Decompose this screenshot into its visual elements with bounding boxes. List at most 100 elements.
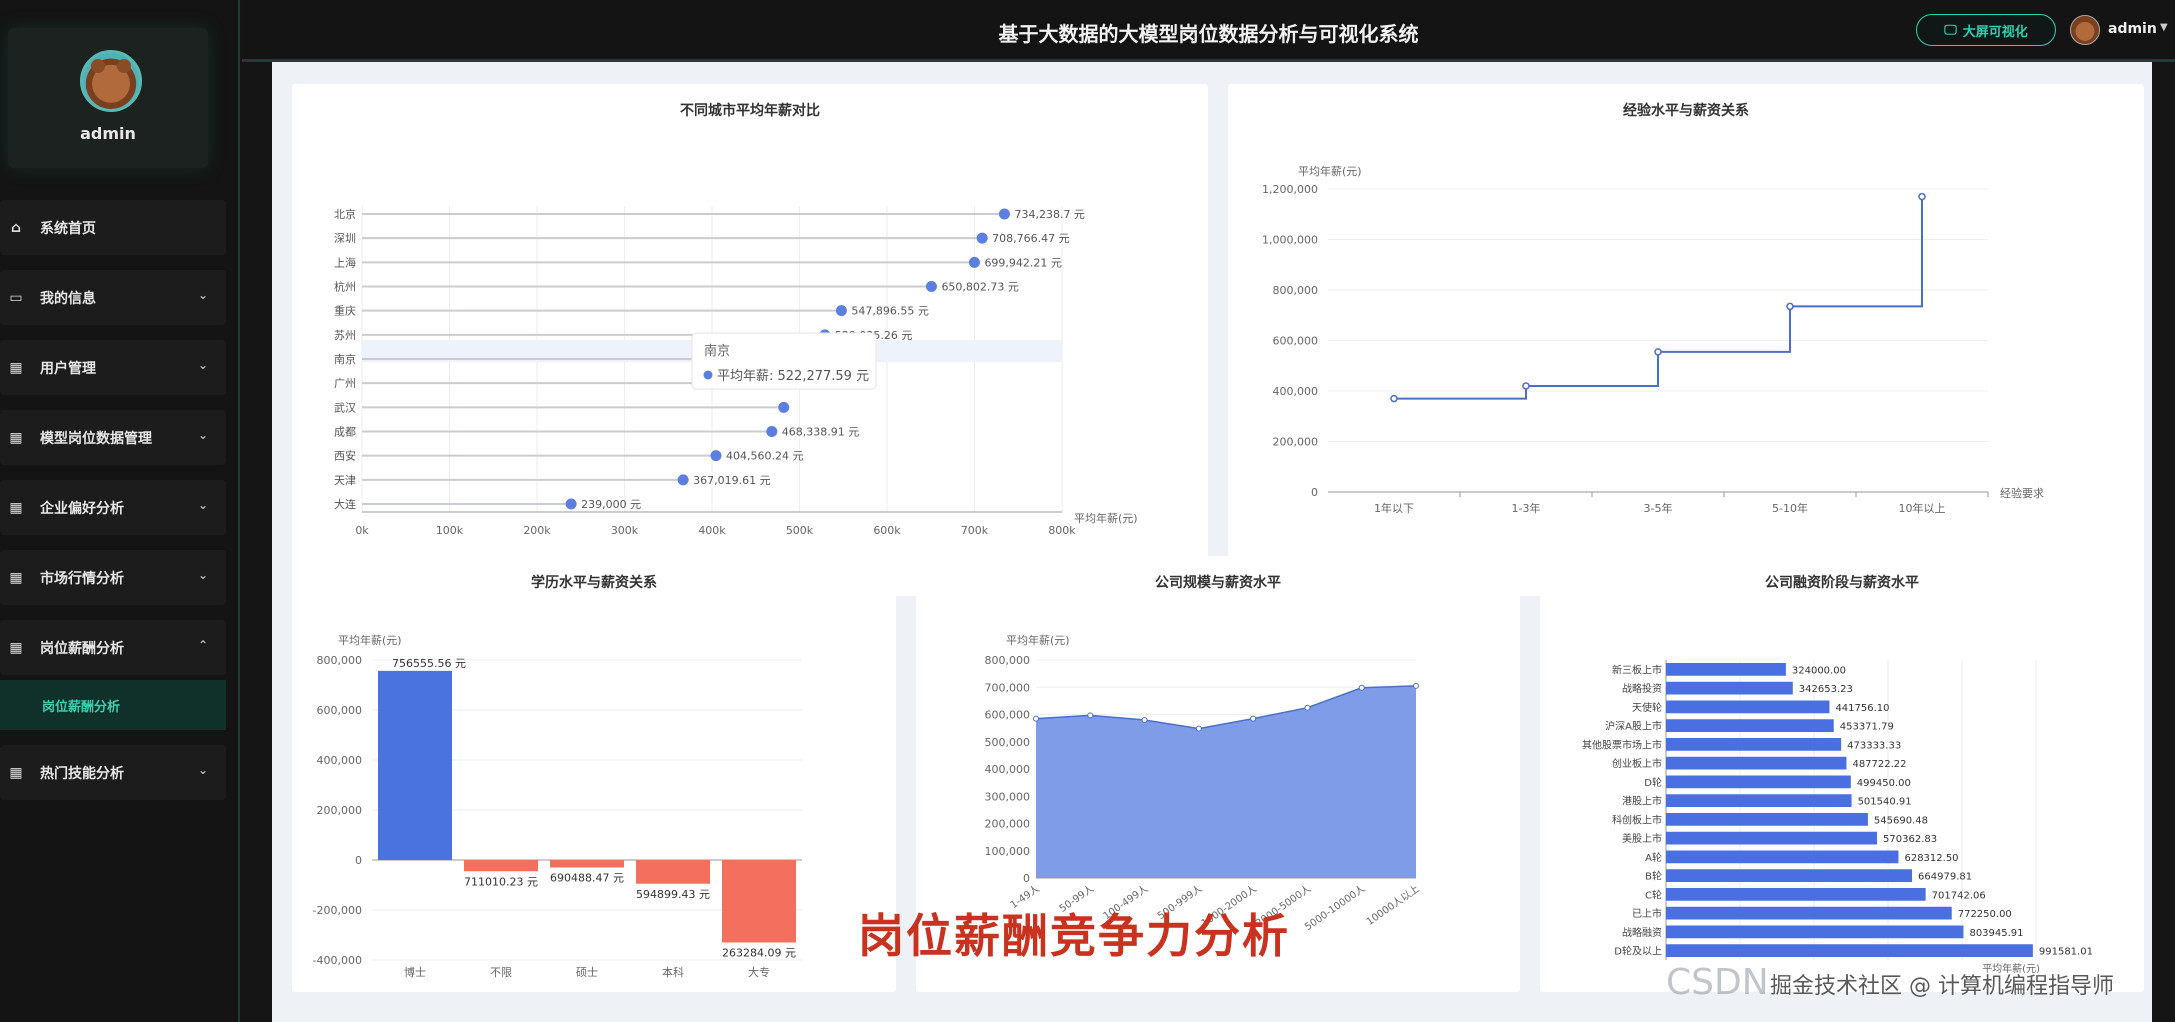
data-point	[1522, 382, 1530, 390]
data-label: 453371.79	[1840, 722, 1894, 733]
y-tick-label: 战略投资	[1622, 682, 1662, 695]
profile-card: admin	[8, 28, 208, 168]
user-avatar[interactable]	[2070, 15, 2100, 45]
data-point	[1786, 302, 1794, 311]
caret-down-icon[interactable]: ▼	[2160, 22, 2168, 33]
y-tick-label: 天津	[334, 474, 356, 487]
y-tick-label: 200,000	[985, 818, 1031, 831]
bar	[1666, 925, 1964, 939]
sidebar-subitem-salary-analysis[interactable]: 岗位薪酬分析	[0, 680, 226, 730]
y-tick-label: 600,000	[317, 704, 363, 717]
chevron-down-icon: ⌄	[197, 288, 208, 302]
x-tick-label: 1年以下	[1374, 501, 1414, 515]
grid-icon: ▦	[9, 499, 23, 516]
y-tick-label: 800,000	[317, 654, 363, 667]
x-tick-label: 500k	[786, 524, 814, 537]
bar	[1666, 888, 1926, 901]
sidebar-item-market[interactable]: ▦ 市场行情分析 ⌄	[0, 550, 226, 605]
data-label: 772250.00	[1958, 909, 2012, 920]
data-point	[677, 474, 689, 486]
caption-overlay: 岗位薪酬竞争力分析	[858, 909, 1290, 963]
bar	[1666, 869, 1913, 882]
x-axis-label: 经验要求	[2000, 486, 2044, 500]
y-tick-label: 300,000	[985, 790, 1031, 803]
y-tick-label: 700,000	[985, 681, 1031, 694]
data-label: 501540.91	[1858, 797, 1912, 808]
sidebar-item-model-jobs[interactable]: ▦ 模型岗位数据管理 ⌄	[0, 410, 226, 465]
y-tick-label: 500,000	[985, 736, 1031, 749]
data-point	[1304, 704, 1311, 711]
bar	[1666, 738, 1842, 751]
sidebar-item-home[interactable]: ⌂ 系统首页	[0, 200, 226, 255]
x-tick-label: 700k	[961, 524, 989, 537]
data-label: 803945.91	[1969, 928, 2023, 939]
education-salary-chart[interactable]: -400,000 -200,000 0 200,000 400,000 600,000 80…	[292, 556, 896, 992]
bar	[1666, 719, 1834, 732]
y-tick-label: 400,000	[1273, 385, 1319, 398]
data-point	[1358, 684, 1365, 691]
x-tick-label: 10000人以上	[1364, 883, 1422, 928]
sidebar-item-skills[interactable]: ▦ 热门技能分析 ⌄	[0, 745, 226, 800]
data-label: 701742.06	[1932, 890, 1986, 901]
series-line	[1394, 196, 1923, 400]
bar	[378, 670, 452, 860]
y-axis-label: 平均年薪(元)	[1006, 633, 1070, 647]
x-tick-label: 5000-10000人	[1302, 883, 1367, 933]
data-label: 342653.23	[1799, 684, 1853, 695]
data-label: 650,802.73 元	[941, 281, 1018, 294]
x-tick-label: 大专	[748, 965, 770, 979]
x-tick-label: 200k	[523, 524, 551, 537]
x-tick-label: 800k	[1048, 524, 1076, 537]
sidebar-item-label: 系统首页	[40, 220, 96, 237]
bar	[1666, 831, 1878, 845]
data-label: 487722.22	[1852, 759, 1906, 770]
sidebar-item-users[interactable]: ▦ 用户管理 ⌄	[0, 340, 226, 395]
sidebar: admin ⌂ 系统首页 ▭ 我的信息 ⌄ ▦ 用户管理 ⌄ ▦ 模型岗位数据管…	[0, 0, 240, 1022]
data-label: 263284.09 元	[722, 947, 796, 960]
watermark-csdn: CSDN	[1666, 962, 1769, 1003]
y-tick-label: B轮	[1645, 870, 1662, 883]
y-tick-label: 天使轮	[1632, 701, 1662, 714]
sidebar-menu: ⌂ 系统首页 ▭ 我的信息 ⌄ ▦ 用户管理 ⌄ ▦ 模型岗位数据管理 ⌄ ▦ …	[0, 200, 226, 815]
y-tick-label: 0	[1023, 872, 1030, 885]
bar	[464, 860, 538, 872]
data-label: 404,560.24 元	[726, 450, 803, 463]
x-tick-label: 0k	[355, 524, 369, 537]
grid-icon: ▦	[9, 429, 23, 446]
y-tick-label: 其他股票市场上市	[1582, 738, 1662, 751]
watermark-author: 掘金技术社区 @ 计算机编程指导师	[1770, 974, 2114, 999]
grid-icon: ▦	[9, 359, 23, 376]
city-salary-card: 不同城市平均年薪对比 0k 100k 200k 300k 400k 500k 600k 700…	[292, 84, 1208, 596]
y-tick-label: 大连	[334, 497, 356, 511]
bar	[1666, 813, 1868, 826]
data-label: 547,896.55 元	[851, 305, 928, 318]
bar	[550, 860, 624, 868]
y-tick-label: 上海	[334, 255, 356, 269]
sidebar-item-my-info[interactable]: ▭ 我的信息 ⌄	[0, 270, 226, 325]
y-tick-label: 0	[1311, 486, 1318, 499]
sidebar-item-company-pref[interactable]: ▦ 企业偏好分析 ⌄	[0, 480, 226, 535]
profile-name: admin	[80, 124, 136, 143]
avatar[interactable]	[80, 50, 142, 112]
x-tick-label: 600k	[873, 524, 901, 537]
grid-icon: ▦	[9, 764, 23, 781]
bar	[722, 860, 796, 943]
tooltip: 南京平均年薪: 522,277.59 元	[691, 332, 877, 390]
x-tick-label: 不限	[490, 966, 512, 979]
data-label: 734,238.7 元	[1014, 208, 1084, 221]
y-axis-label: 平均年薪(元)	[338, 633, 402, 647]
sidebar-item-label: 热门技能分析	[40, 765, 124, 782]
y-tick-label: 800,000	[1273, 284, 1319, 297]
y-tick-label: -400,000	[313, 954, 362, 967]
bigscreen-label: 大屏可视化	[1962, 24, 2028, 40]
sidebar-item-label: 我的信息	[40, 290, 96, 307]
experience-salary-chart[interactable]: 0 200,000 400,000 600,000 800,000 1,000,000 1,…	[1228, 84, 2144, 596]
bar	[1666, 756, 1847, 770]
city-salary-chart[interactable]: 0k 100k 200k 300k 400k 500k 600k 700k 800k平均年薪(元…	[292, 84, 1208, 596]
funding-stage-chart[interactable]: 新三板上市 324000.00 战略投资 342653.23 天使轮 441756.10 沪…	[1540, 556, 2144, 992]
bigscreen-button[interactable]: 🖵 大屏可视化	[1916, 14, 2056, 46]
user-name[interactable]: admin	[2108, 21, 2157, 37]
y-tick-label: 1,000,000	[1262, 234, 1318, 247]
y-tick-label: 0	[355, 854, 362, 867]
sidebar-item-salary[interactable]: ▦ 岗位薪酬分析 ⌃	[0, 620, 226, 675]
